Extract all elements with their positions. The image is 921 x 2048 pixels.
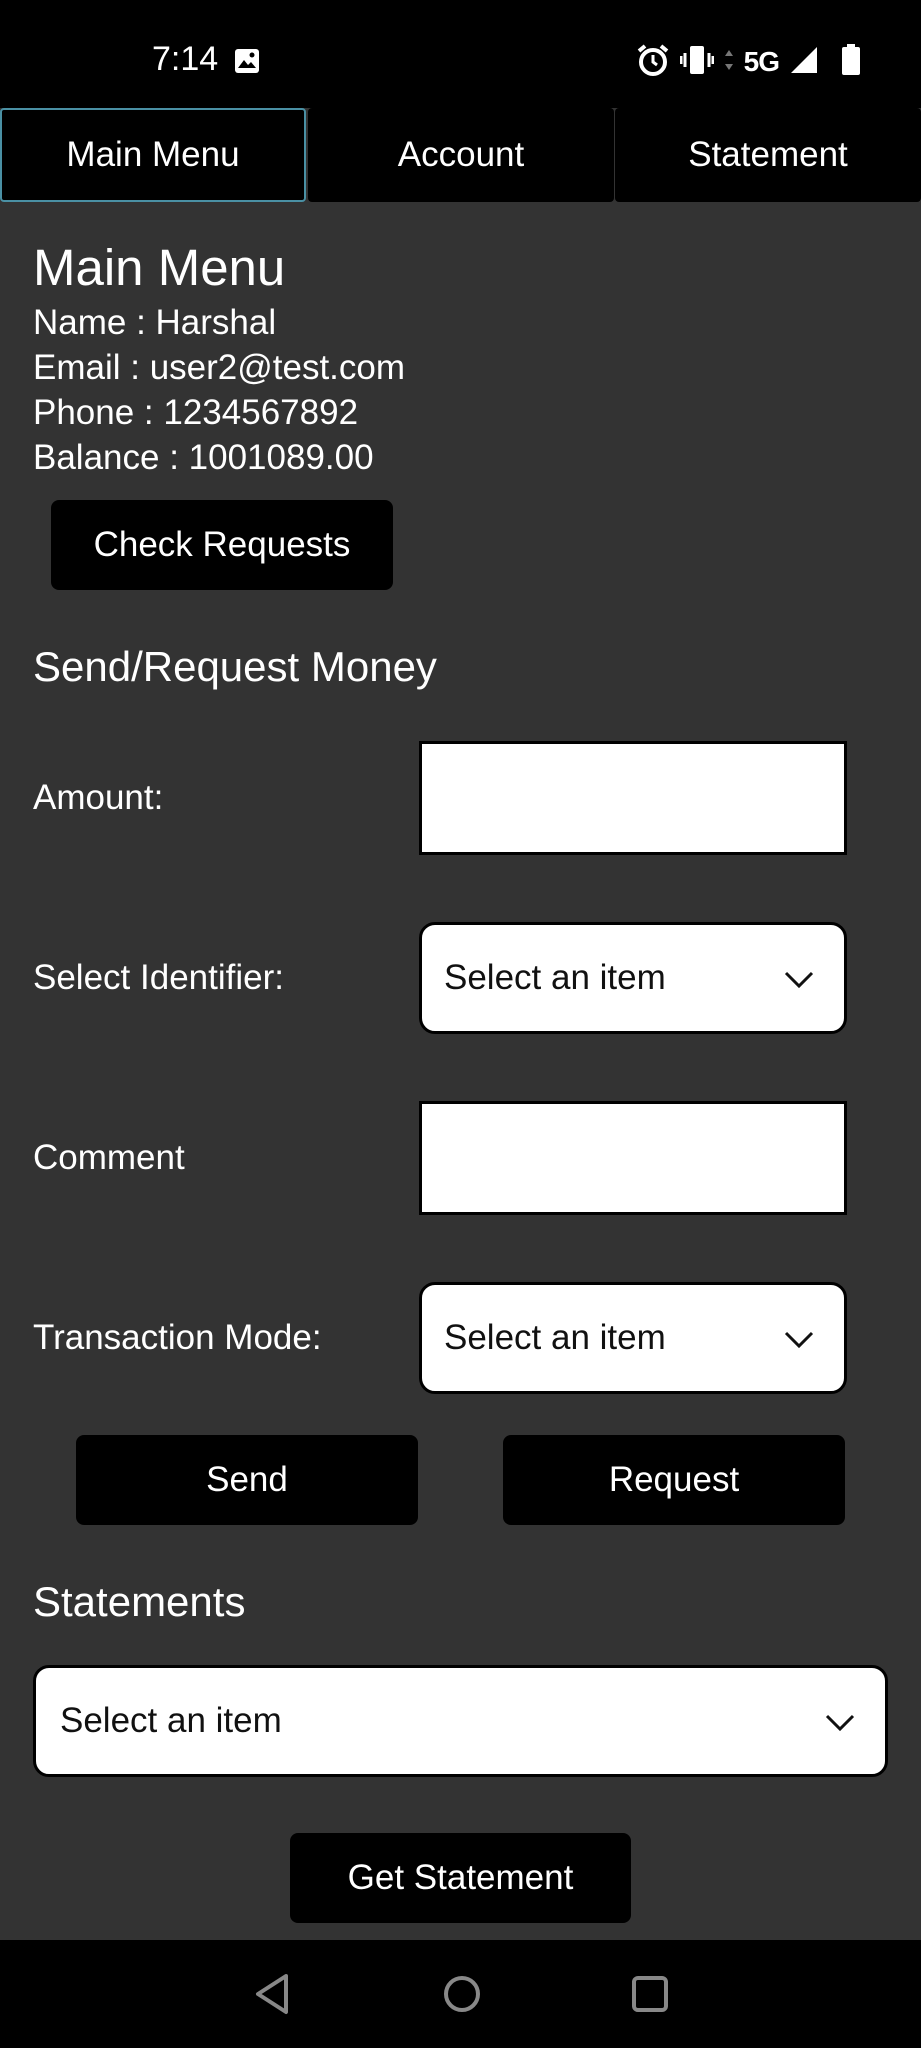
user-phone: Phone : 1234567892 (33, 393, 359, 432)
check-requests-button[interactable]: Check Requests (51, 500, 393, 590)
identifier-select-value: Select an item (444, 958, 666, 997)
status-icons: 5G (636, 43, 861, 82)
request-button[interactable]: Request (503, 1435, 845, 1525)
tab-bar: Main Menu Account Statement (0, 108, 921, 204)
amount-input[interactable] (419, 741, 847, 855)
user-balance: Balance : 1001089.00 (33, 438, 374, 477)
network-type: 5G (743, 46, 780, 77)
tab-main-menu[interactable]: Main Menu (0, 108, 306, 202)
chevron-down-icon (825, 1701, 855, 1741)
send-request-heading: Send/Request Money (33, 643, 437, 690)
user-name: Name : Harshal (33, 303, 277, 342)
send-button[interactable]: Send (76, 1435, 418, 1525)
image-icon (234, 48, 260, 79)
tab-account[interactable]: Account (308, 108, 614, 202)
transaction-mode-label: Transaction Mode: (33, 1318, 322, 1357)
statements-heading: Statements (33, 1578, 246, 1625)
comment-label: Comment (33, 1138, 185, 1177)
tab-statement[interactable]: Statement (615, 108, 921, 202)
identifier-select[interactable]: Select an item (419, 922, 847, 1034)
chevron-down-icon (784, 1318, 814, 1358)
alarm-icon (636, 43, 670, 82)
signal-icon (789, 45, 819, 80)
navigation-bar (0, 1940, 921, 2048)
recents-icon[interactable] (630, 1970, 670, 2023)
identifier-label: Select Identifier: (33, 958, 284, 997)
amount-label: Amount: (33, 778, 164, 817)
battery-icon (841, 43, 861, 81)
get-statement-button[interactable]: Get Statement (290, 1833, 631, 1923)
home-icon[interactable] (442, 1970, 482, 2023)
user-email: Email : user2@test.com (33, 348, 406, 387)
data-arrows-icon (724, 48, 734, 77)
comment-input[interactable] (419, 1101, 847, 1215)
transaction-mode-select[interactable]: Select an item (419, 1282, 847, 1394)
back-icon[interactable] (252, 1970, 292, 2023)
status-time: 7:14 (152, 40, 219, 78)
transaction-mode-select-value: Select an item (444, 1318, 666, 1357)
vibrate-icon (679, 43, 715, 82)
statement-select[interactable]: Select an item (33, 1665, 888, 1777)
chevron-down-icon (784, 958, 814, 998)
statement-select-value: Select an item (60, 1701, 282, 1740)
page-title: Main Menu (33, 239, 286, 296)
status-bar: 7:14 5G (0, 0, 921, 108)
